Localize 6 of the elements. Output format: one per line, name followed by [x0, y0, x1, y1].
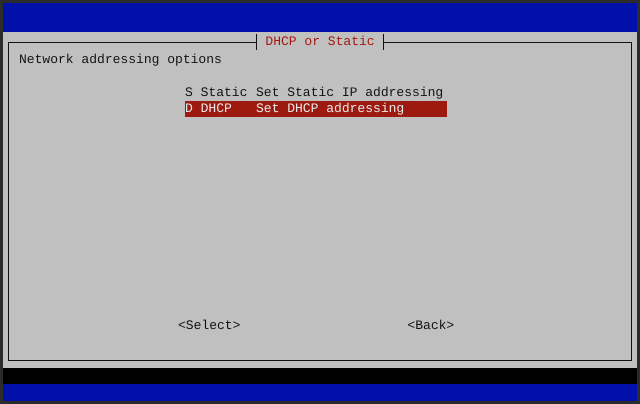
dialog-title: DHCP or Static — [256, 34, 384, 50]
dialog-button[interactable]: <Back> — [407, 318, 454, 334]
dialog-button[interactable]: <Select> — [178, 318, 240, 334]
menu-item[interactable]: S Static Set Static IP addressing — [185, 85, 447, 101]
prompt-text: Network addressing options — [19, 52, 222, 68]
menu-item[interactable]: D DHCP Set DHCP addressing — [185, 101, 447, 117]
